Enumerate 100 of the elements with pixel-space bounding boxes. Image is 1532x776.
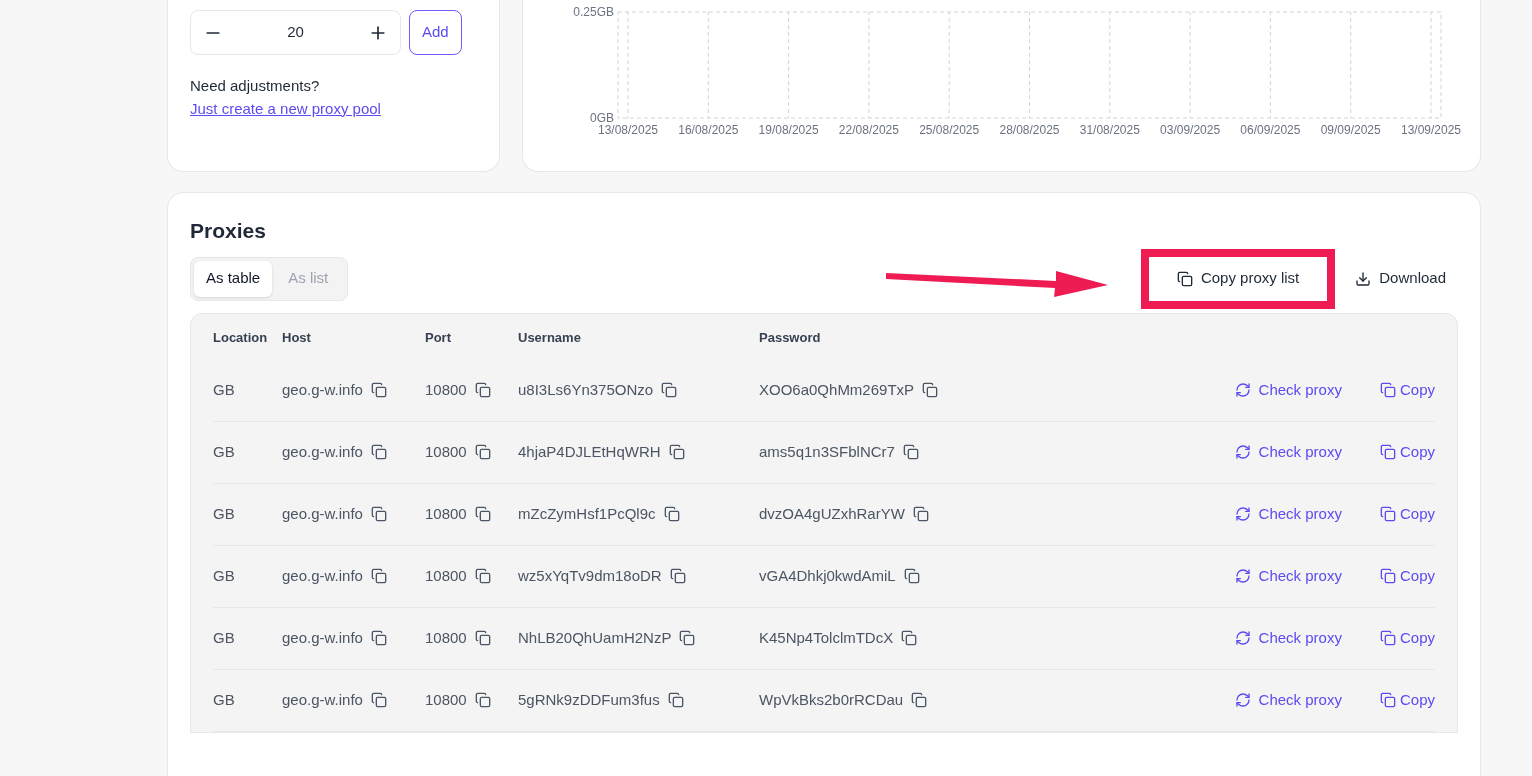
refresh-icon xyxy=(1234,382,1251,398)
download-button[interactable]: Download xyxy=(1343,248,1458,309)
copy-icon[interactable] xyxy=(669,568,686,584)
copy-icon[interactable] xyxy=(370,382,387,398)
copy-icon[interactable] xyxy=(679,630,696,646)
check-proxy-button[interactable]: Check proxy xyxy=(1234,564,1342,588)
copy-button[interactable]: Copy xyxy=(1379,626,1435,650)
x-tick-label: 09/09/2025 xyxy=(1320,123,1381,137)
check-proxy-button[interactable]: Check proxy xyxy=(1234,688,1342,712)
table-cell-text: geo.g-w.info xyxy=(282,627,363,648)
table-cell-text: geo.g-w.info xyxy=(282,441,363,462)
table-cell-text: dvzOA4gUZxhRarYW xyxy=(759,503,905,524)
refresh-icon xyxy=(1234,506,1251,522)
add-button[interactable]: Add xyxy=(409,10,462,55)
table-cell: GB xyxy=(213,380,235,398)
x-tick-label: 13/08/2025 xyxy=(597,123,659,137)
view-tab[interactable]: As table xyxy=(194,260,273,297)
copy-icon xyxy=(1379,382,1396,398)
refresh-icon xyxy=(1234,568,1251,584)
copy-list-button[interactable]: Copy proxy list xyxy=(1140,248,1336,309)
refresh-icon xyxy=(1234,630,1251,646)
y-tick-label: 0GB xyxy=(590,111,614,125)
check-proxy-button[interactable]: Check proxy xyxy=(1234,378,1342,402)
copy-icon[interactable] xyxy=(370,630,387,646)
y-tick-label: 0.25GB xyxy=(573,5,614,19)
x-tick-label: 31/08/2025 xyxy=(1079,123,1140,137)
column-header: Location xyxy=(213,329,268,345)
table-cell-text: geo.g-w.info xyxy=(282,689,363,710)
table-cell-text: geo.g-w.info xyxy=(282,565,363,586)
check-proxy-button[interactable]: Check proxy xyxy=(1234,626,1342,650)
copy-icon[interactable] xyxy=(661,382,678,398)
x-tick-label: 03/09/2025 xyxy=(1160,123,1221,137)
table-cell-text: 10800 xyxy=(425,565,467,586)
check-proxy-button[interactable]: Check proxy xyxy=(1234,502,1342,526)
download-icon xyxy=(1355,270,1372,287)
table-cell-text: K45Np4TolclmTDcX xyxy=(759,627,894,648)
copy-button[interactable]: Copy xyxy=(1379,502,1435,526)
copy-icon[interactable] xyxy=(474,568,491,584)
table-cell-text: mZcZymHsf1PcQl9c xyxy=(518,503,656,524)
table-cell-text: 4hjaP4DJLEtHqWRH xyxy=(518,441,661,462)
copy-button[interactable]: Copy xyxy=(1379,440,1435,464)
table-cell-text: vGA4Dhkj0kwdAmiL xyxy=(759,565,896,586)
column-header: Username xyxy=(518,329,581,345)
copy-icon[interactable] xyxy=(474,692,491,708)
x-tick-label: 19/08/2025 xyxy=(758,123,819,137)
copy-icon xyxy=(1379,630,1396,646)
x-tick-label: 22/08/2025 xyxy=(838,123,899,137)
table-cell-text: 10800 xyxy=(425,503,467,524)
quantity-value: 20 xyxy=(287,22,304,43)
copy-icon[interactable] xyxy=(922,382,939,398)
table-cell-text: XOO6a0QhMm269TxP xyxy=(759,379,915,400)
refresh-icon xyxy=(1234,444,1251,460)
copy-button[interactable]: Copy xyxy=(1379,378,1435,402)
copy-icon[interactable] xyxy=(370,444,387,460)
copy-icon[interactable] xyxy=(474,630,491,646)
quantity-stepper[interactable]: 20 xyxy=(190,10,401,55)
column-header: Password xyxy=(759,329,821,345)
copy-icon[interactable] xyxy=(370,692,387,708)
copy-icon[interactable] xyxy=(667,692,684,708)
x-tick-label: 25/08/2025 xyxy=(919,123,980,137)
copy-button[interactable]: Copy xyxy=(1379,564,1435,588)
column-header: Host xyxy=(282,329,311,345)
copy-icon[interactable] xyxy=(370,568,387,584)
new-pool-link[interactable]: Just create a new proxy pool xyxy=(190,97,477,120)
table-cell-text: WpVkBks2b0rRCDau xyxy=(759,689,904,710)
copy-icon[interactable] xyxy=(912,506,929,522)
table-cell: GB xyxy=(213,566,235,584)
proxies-title: Proxies xyxy=(190,218,267,244)
table-cell-text: geo.g-w.info xyxy=(282,379,363,400)
copy-icon[interactable] xyxy=(902,444,919,460)
copy-icon[interactable] xyxy=(370,506,387,522)
check-proxy-button[interactable]: Check proxy xyxy=(1234,440,1342,464)
x-tick-label: 06/09/2025 xyxy=(1240,123,1301,137)
copy-icon[interactable] xyxy=(474,444,491,460)
copy-icon[interactable] xyxy=(668,444,685,460)
copy-icon[interactable] xyxy=(474,506,491,522)
copy-icon[interactable] xyxy=(474,382,491,398)
copy-icon xyxy=(1176,270,1193,287)
copy-icon xyxy=(1379,506,1396,522)
copy-icon[interactable] xyxy=(911,692,928,708)
table-cell-text: geo.g-w.info xyxy=(282,503,363,524)
x-tick-label: 28/08/2025 xyxy=(999,123,1060,137)
table-cell: GB xyxy=(213,504,235,522)
table-cell-text: 10800 xyxy=(425,441,467,462)
table-cell-text: wz5xYqTv9dm18oDR xyxy=(518,565,662,586)
copy-icon xyxy=(1379,444,1396,460)
copy-icon[interactable] xyxy=(663,506,680,522)
copy-icon xyxy=(1379,692,1396,708)
table-cell: GB xyxy=(213,442,235,460)
copy-icon[interactable] xyxy=(903,568,920,584)
adjustments-text: Need adjustments? xyxy=(190,76,321,96)
table-cell-text: 5gRNk9zDDFum3fus xyxy=(518,689,660,710)
copy-button[interactable]: Copy xyxy=(1379,688,1435,712)
column-header: Port xyxy=(425,329,451,345)
x-tick-label: 16/08/2025 xyxy=(678,123,739,137)
table-cell-text: 10800 xyxy=(425,627,467,648)
x-tick-label: 13/09/2025 xyxy=(1400,123,1462,137)
copy-icon xyxy=(1379,568,1396,584)
table-cell-text: u8I3Ls6Yn375ONzo xyxy=(518,379,654,400)
copy-icon[interactable] xyxy=(901,630,918,646)
